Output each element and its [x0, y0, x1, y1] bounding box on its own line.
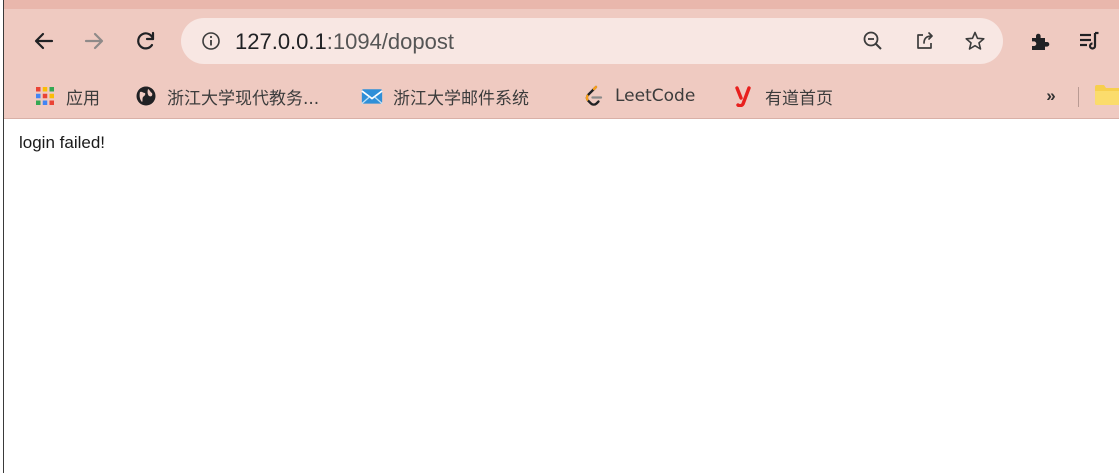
browser-window: 127.0.0.1:1094/dopost 应用 浙江大学现代教务... 浙江大…	[0, 0, 1119, 473]
bookmark-apps[interactable]: 应用	[34, 81, 100, 111]
youdao-icon	[733, 85, 755, 107]
bookmarks-bar: 应用 浙江大学现代教务... 浙江大学邮件系统 LeetCode 有道首页 »	[0, 73, 1119, 119]
bookmark-label: LeetCode	[615, 86, 696, 106]
bookmark-leetcode[interactable]: LeetCode	[583, 81, 695, 111]
bookmark-star-button[interactable]	[963, 29, 987, 53]
url-text[interactable]: 127.0.0.1:1094/dopost	[235, 29, 454, 55]
bookmark-label: 有道首页	[765, 88, 833, 109]
puzzle-icon	[1032, 33, 1050, 50]
star-icon	[965, 31, 985, 50]
url-path: :1094/dopost	[326, 29, 454, 54]
zoom-button[interactable]	[861, 29, 885, 53]
leetcode-icon	[583, 85, 605, 107]
site-info-button[interactable]	[199, 29, 223, 53]
bookmark-youdao[interactable]: 有道首页	[733, 81, 833, 111]
globe-icon	[135, 85, 157, 107]
share-icon	[917, 32, 933, 49]
bookmark-label: 浙江大学邮件系统	[393, 88, 529, 109]
arrow-right-icon	[84, 32, 104, 50]
forward-button[interactable]	[78, 25, 110, 57]
reading-list-icon	[1080, 31, 1099, 50]
back-button[interactable]	[28, 25, 60, 57]
browser-toolbar: 127.0.0.1:1094/dopost	[0, 9, 1119, 73]
bookmark-label: 应用	[66, 88, 100, 109]
reload-button[interactable]	[130, 25, 162, 57]
apps-grid-icon	[34, 85, 56, 107]
bookmark-label: 浙江大学现代教务...	[167, 88, 320, 109]
bookmark-zju-mail[interactable]: 浙江大学邮件系统	[361, 81, 529, 111]
address-bar[interactable]: 127.0.0.1:1094/dopost	[181, 18, 1003, 64]
reading-list-button[interactable]	[1073, 25, 1105, 57]
tab-strip	[0, 0, 1119, 9]
window-left-edge	[0, 0, 4, 473]
info-icon	[202, 32, 220, 50]
reload-icon	[137, 31, 155, 50]
zoom-out-icon	[863, 31, 882, 50]
bookmarks-separator	[1078, 87, 1079, 107]
extensions-button[interactable]	[1024, 25, 1056, 57]
url-host: 127.0.0.1	[235, 29, 327, 54]
bookmark-zju-academic[interactable]: 浙江大学现代教务...	[135, 81, 319, 111]
folder-icon	[1095, 85, 1119, 105]
login-failed-message: login failed!	[19, 133, 106, 152]
share-button[interactable]	[913, 29, 937, 53]
other-bookmarks-folder[interactable]	[1094, 84, 1119, 106]
bookmarks-overflow-button[interactable]: »	[1036, 81, 1066, 111]
arrow-left-icon	[34, 32, 54, 50]
mail-icon	[361, 85, 383, 107]
